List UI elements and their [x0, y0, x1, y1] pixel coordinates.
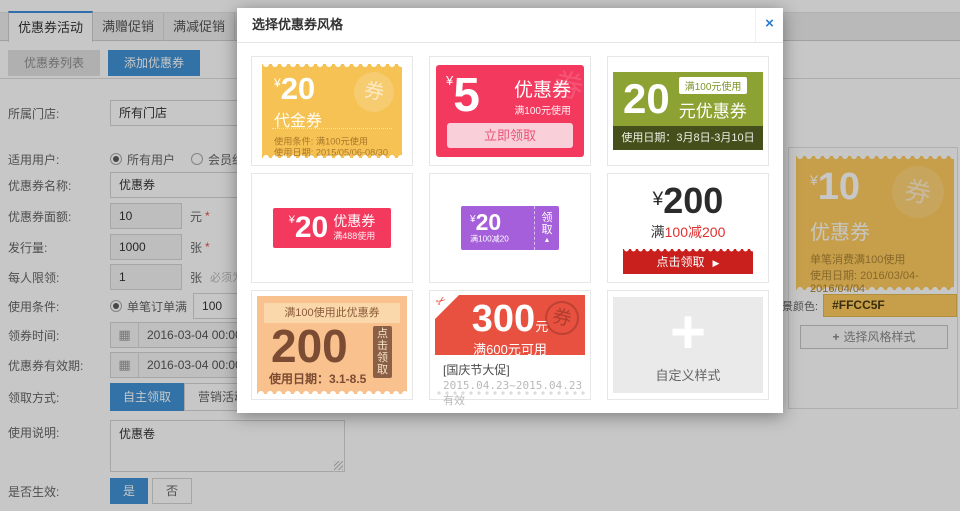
- coupon-graphic: 券 ¥5 优惠券 满100元使用 立即领取: [436, 65, 584, 157]
- coupon-title: 优惠券: [514, 75, 571, 102]
- click-claim-tab[interactable]: 点击领取: [373, 326, 392, 378]
- coupon-style-pink[interactable]: 券 ¥5 优惠券 满100元使用 立即领取: [429, 56, 591, 166]
- divider: [272, 128, 392, 129]
- close-icon[interactable]: ×: [755, 8, 783, 42]
- coupon-condition: 满100减200: [651, 222, 726, 242]
- coupon-style-red-button[interactable]: ¥200 满100减200 点击领取▶: [607, 173, 769, 283]
- arrow-up-icon: ▲: [544, 237, 551, 244]
- coupon-title: 元优惠券: [679, 97, 747, 122]
- coupon-graphic: ✂ 券 300元 满600元可用 [国庆节大促] 2015.04.23~2015…: [435, 295, 585, 395]
- coupon-graphic: ¥20 代金券 使用条件: 满100元使用 使用日期: 2015/05/06-0…: [262, 64, 402, 158]
- coupon-style-purple[interactable]: ¥20 满100减20 领取 ▲: [429, 173, 591, 283]
- scallop-edge: [257, 389, 407, 394]
- coupon-watermark-icon: 券: [350, 68, 397, 115]
- coupon-amount: 20: [623, 78, 670, 120]
- coupon-style-custom[interactable]: + 自定义样式: [607, 290, 769, 400]
- plus-icon: +: [613, 297, 763, 369]
- coupon-graphic: ¥20 优惠券 满488使用: [273, 208, 391, 248]
- scallop-edge: [623, 249, 753, 253]
- coupon-graphic: ¥200 满100减200 点击领取▶: [623, 183, 753, 274]
- coupon-main: ✂ 券 300元 满600元可用: [435, 295, 585, 355]
- claim-label: 领取: [541, 212, 554, 236]
- click-claim-button[interactable]: 点击领取▶: [623, 249, 753, 274]
- coupon-style-grid: ¥20 代金券 使用条件: 满100元使用 使用日期: 2015/05/06-0…: [237, 43, 783, 413]
- coupon-graphic: ¥20 满100减20 领取 ▲: [461, 206, 559, 250]
- scallop-edge: [262, 64, 402, 69]
- modal-header: 选择优惠券风格 ×: [237, 8, 783, 43]
- zigzag-edge: [435, 391, 585, 395]
- coupon-style-yellow[interactable]: ¥20 代金券 使用条件: 满100元使用 使用日期: 2015/05/06-0…: [251, 56, 413, 166]
- coupon-style-pink-banner[interactable]: ¥20 优惠券 满488使用: [251, 173, 413, 283]
- coupon-date: 使用日期：3.1-8.5: [269, 370, 366, 387]
- coupon-event-name: [国庆节大促]: [443, 361, 585, 378]
- coupon-condition: 满100元使用: [514, 102, 571, 117]
- coupon-condition: 满100减20: [470, 235, 528, 243]
- coupon-amount: ¥200: [653, 183, 724, 219]
- coupon-amount: ¥5: [446, 73, 480, 119]
- coupon-style-red-event[interactable]: ✂ 券 300元 满600元可用 [国庆节大促] 2015.04.23~2015…: [429, 290, 591, 400]
- coupon-date-bar: 使用日期：3月8日-3月10日: [613, 126, 763, 150]
- custom-style-label: 自定义样式: [613, 365, 763, 384]
- coupon-condition: 满600元可用: [435, 339, 585, 358]
- claim-tab[interactable]: 领取 ▲: [534, 206, 559, 250]
- coupon-style-modal: 选择优惠券风格 × ¥20 代金券 使用条件: 满100元使用 使用日期: 20…: [237, 8, 783, 413]
- coupon-condition: 满488使用: [333, 229, 375, 242]
- coupon-amount: 200: [271, 323, 348, 369]
- coupon-title: 优惠券: [333, 214, 375, 229]
- custom-style-tile[interactable]: + 自定义样式: [613, 297, 763, 393]
- coupon-style-orange[interactable]: 满100使用此优惠券 200 点击领取 使用日期：3.1-8.5: [251, 290, 413, 400]
- claim-now-button[interactable]: 立即领取: [447, 123, 573, 148]
- arrow-right-icon: ▶: [713, 258, 720, 268]
- coupon-amount: ¥20: [274, 73, 315, 104]
- app-window: 优惠券活动 满赠促销 满减促销 优惠券列表 添加优惠券 所属门店: 所有门店 适…: [0, 0, 960, 511]
- coupon-date: 使用日期: 2015/05/06-08/30: [274, 145, 388, 159]
- coupon-graphic: 满100使用此优惠券 200 点击领取 使用日期：3.1-8.5: [257, 296, 407, 394]
- coupon-graphic: 20 满100元使用 元优惠券 使用日期：3月8日-3月10日: [613, 72, 763, 150]
- modal-title: 选择优惠券风格: [252, 17, 343, 32]
- coupon-style-olive[interactable]: 20 满100元使用 元优惠券 使用日期：3月8日-3月10日: [607, 56, 769, 166]
- coupon-condition-badge: 满100元使用: [679, 77, 748, 94]
- coupon-main: 20 满100元使用 元优惠券: [613, 72, 763, 126]
